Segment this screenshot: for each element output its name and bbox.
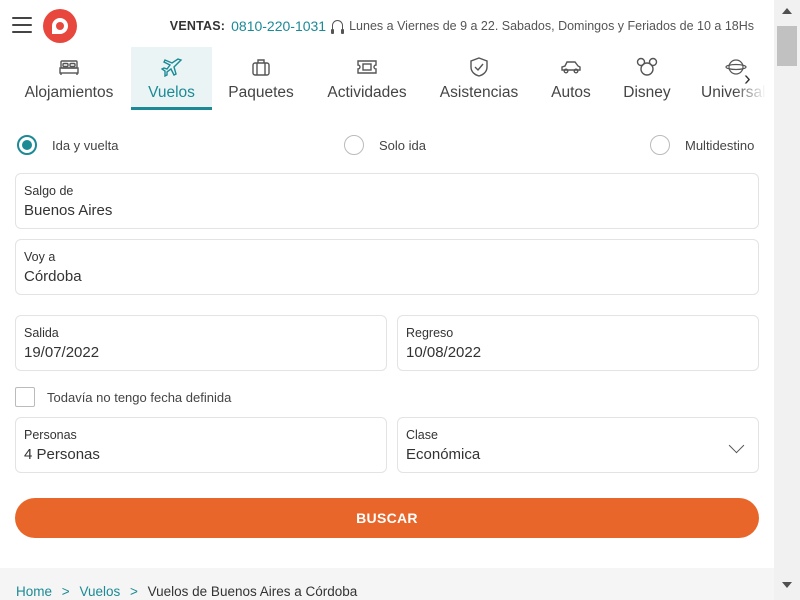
tab-actividades[interactable]: Actividades: [320, 47, 414, 110]
breadcrumb-current: Vuelos de Buenos Aires a Córdoba: [147, 584, 358, 599]
tab-label: Actividades: [327, 84, 407, 101]
tab-label: Alojamientos: [24, 84, 114, 101]
product-tabs: Alojamientos Vuelos Paquetes Actividades…: [0, 47, 774, 110]
scrollbar[interactable]: [774, 0, 800, 600]
departure-value[interactable]: 19/07/2022: [24, 344, 378, 361]
passengers-value[interactable]: 4 Personas: [24, 446, 378, 463]
destination-value[interactable]: Córdoba: [24, 268, 750, 285]
scroll-up-arrow-icon[interactable]: [782, 8, 792, 14]
tab-label: Vuelos: [148, 84, 195, 101]
tab-alojamientos[interactable]: Alojamientos: [15, 47, 123, 110]
tab-paquetes[interactable]: Paquetes: [221, 47, 301, 110]
universal-globe-icon: [701, 54, 771, 80]
return-label: Regreso: [406, 326, 454, 340]
ticket-icon: [356, 54, 378, 80]
tab-label: Asistencias: [439, 84, 519, 101]
sales-hours: Lunes a Viernes de 9 a 22. Sabados, Domi…: [349, 19, 754, 33]
tab-universal[interactable]: Universal: [701, 47, 774, 110]
radio-multi-destination[interactable]: Multidestino: [650, 135, 754, 155]
tab-label: Paquetes: [228, 84, 294, 101]
breadcrumb-flights[interactable]: Vuelos: [79, 584, 120, 599]
scrollbar-thumb[interactable]: [777, 26, 797, 66]
class-select[interactable]: Clase Económica: [397, 417, 759, 473]
return-date-field[interactable]: Regreso 10/08/2022: [397, 315, 759, 371]
radio-circle[interactable]: [344, 135, 364, 155]
tab-label: Autos: [551, 84, 591, 101]
shield-icon: [468, 54, 490, 80]
breadcrumb-separator: >: [61, 584, 70, 599]
origin-value[interactable]: Buenos Aires: [24, 202, 750, 219]
tab-disney[interactable]: Disney: [617, 47, 677, 110]
tab-asistencias[interactable]: Asistencias: [434, 47, 524, 110]
tab-label: Universal: [701, 84, 766, 101]
scroll-down-arrow-icon[interactable]: [782, 582, 792, 588]
radio-label: Solo ida: [379, 137, 426, 153]
chevron-right-icon[interactable]: ›: [744, 68, 751, 91]
sales-label: VENTAS:: [169, 19, 226, 33]
return-value[interactable]: 10/08/2022: [406, 344, 750, 361]
origin-field[interactable]: Salgo de Buenos Aires: [15, 173, 759, 229]
radio-circle[interactable]: [650, 135, 670, 155]
class-value[interactable]: Económica: [406, 446, 750, 463]
search-button[interactable]: BUSCAR: [15, 498, 759, 538]
destination-label: Voy a: [24, 250, 56, 264]
menu-icon[interactable]: [12, 17, 32, 33]
radio-circle[interactable]: [17, 135, 37, 155]
breadcrumb-separator: >: [129, 584, 138, 599]
radio-round-trip[interactable]: Ida y vuelta: [17, 135, 119, 155]
mickey-icon: [636, 54, 658, 80]
suitcase-icon: [250, 54, 272, 80]
tab-autos[interactable]: Autos: [546, 47, 596, 110]
headset-icon: [331, 20, 345, 34]
brand-logo[interactable]: [43, 9, 77, 43]
plane-icon: [160, 54, 183, 80]
destination-field[interactable]: Voy a Córdoba: [15, 239, 759, 295]
sales-phone[interactable]: 0810-220-1031: [231, 18, 326, 34]
departure-label: Salida: [24, 326, 59, 340]
tab-label: Disney: [623, 84, 671, 101]
bed-icon: [58, 54, 80, 80]
breadcrumb: Home > Vuelos > Vuelos de Buenos Aires a…: [0, 568, 774, 600]
no-date-label: Todavía no tengo fecha definida: [47, 389, 232, 405]
checkbox-box[interactable]: [15, 387, 35, 407]
passengers-label: Personas: [24, 428, 77, 442]
radio-label: Ida y vuelta: [52, 137, 119, 153]
radio-one-way[interactable]: Solo ida: [344, 135, 426, 155]
page: VENTAS: 0810-220-1031 Lunes a Viernes de…: [0, 0, 774, 600]
breadcrumb-home[interactable]: Home: [16, 584, 52, 599]
no-date-checkbox[interactable]: Todavía no tengo fecha definida: [15, 387, 231, 407]
origin-label: Salgo de: [24, 184, 74, 198]
class-label: Clase: [406, 428, 438, 442]
radio-label: Multidestino: [685, 137, 755, 153]
tab-vuelos[interactable]: Vuelos: [131, 47, 212, 110]
sales-contact: VENTAS: 0810-220-1031 Lunes a Viernes de…: [170, 18, 754, 34]
passengers-field[interactable]: Personas 4 Personas: [15, 417, 387, 473]
departure-date-field[interactable]: Salida 19/07/2022: [15, 315, 387, 371]
car-icon: [560, 54, 582, 80]
